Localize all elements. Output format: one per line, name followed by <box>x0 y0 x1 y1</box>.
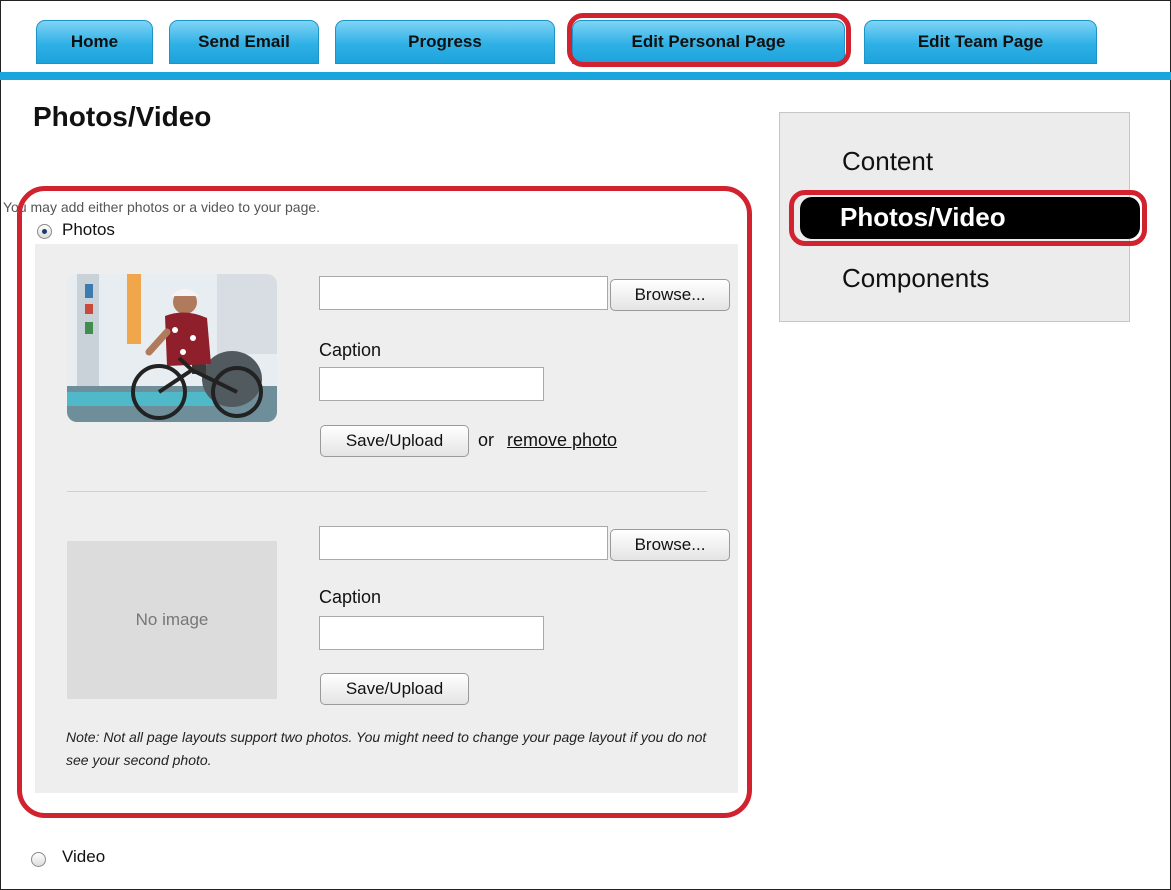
page-title: Photos/Video <box>33 101 212 132</box>
video-radio-label[interactable]: Video <box>62 847 105 867</box>
nav-highlight-outline <box>567 13 851 67</box>
nav-tab-progress[interactable]: Progress <box>335 20 555 64</box>
photos-highlight-outline <box>17 186 752 818</box>
nav-tab-send-email[interactable]: Send Email <box>169 20 319 64</box>
sidebar-item-content[interactable]: Content <box>842 146 933 177</box>
nav-tab-edit-team-page[interactable]: Edit Team Page <box>864 20 1097 64</box>
sidebar-highlight-outline <box>789 190 1147 246</box>
sidebar-item-components[interactable]: Components <box>842 263 989 294</box>
nav-underline <box>0 72 1171 80</box>
video-radio[interactable] <box>31 852 46 867</box>
nav-tab-home[interactable]: Home <box>36 20 153 64</box>
